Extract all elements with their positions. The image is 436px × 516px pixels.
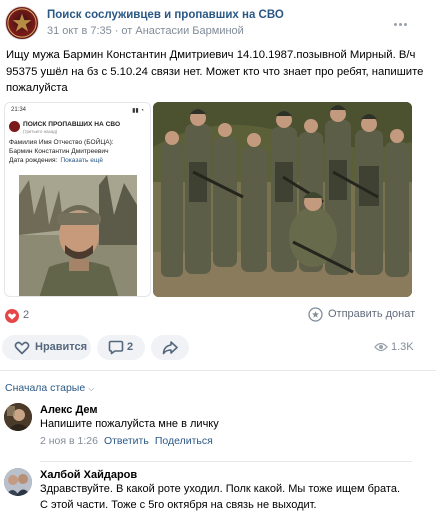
comment-button[interactable]: 2 <box>97 335 145 360</box>
post-divider <box>0 370 436 371</box>
screenshot-status-icons: ▮▮ ◔ <box>132 108 144 114</box>
group-avatar[interactable] <box>5 6 39 40</box>
post-page: Поиск сослуживцев и пропавших на СВО 31 … <box>0 0 436 516</box>
screenshot-more-link: Показать ещё <box>60 157 103 164</box>
heart-outline-icon <box>14 341 30 355</box>
screenshot-line2: Бармин Константин Дмитреевич <box>9 148 109 155</box>
screenshot-subtitle: (третьего назад) <box>23 129 58 134</box>
heart-icon <box>5 309 19 323</box>
post-date[interactable]: 31 окт в 7:35 <box>47 25 112 37</box>
comment-meta: 2 ноя в 1:26 Ответить Поделиться <box>40 435 213 447</box>
screenshot-photo <box>19 175 137 296</box>
screenshot-line3-label: Дата рождения: <box>9 157 58 164</box>
comment-text: Напишите пожалуйста мне в личку <box>40 418 219 430</box>
comment-icon <box>108 340 124 355</box>
more-options-icon[interactable] <box>394 16 410 28</box>
comment-count: 2 <box>127 341 134 353</box>
chevron-down-icon: ⌵ <box>88 384 95 393</box>
like-button-label: Нравится <box>35 341 88 353</box>
commenter-name[interactable]: Алекс Дем <box>40 404 98 416</box>
comments-sort-dropdown[interactable]: Сначала старые ⌵ <box>5 382 94 394</box>
post-author[interactable]: от Анастасии Барминой <box>121 25 243 37</box>
post-meta: 31 окт в 7:35 · от Анастасии Барминой <box>47 25 244 37</box>
donate-label: Отправить донат <box>328 308 416 320</box>
screenshot-time: 21:34 <box>11 107 27 113</box>
post-image-group-photo[interactable] <box>153 102 412 297</box>
post-text: Ищу мужа Бармин Константин Дмитриевич 14… <box>6 49 424 94</box>
comment-divider <box>40 461 412 462</box>
screenshot-avatar <box>9 121 20 132</box>
post-header: Поиск сослуживцев и пропавших на СВО 31 … <box>0 0 436 46</box>
eye-icon <box>374 342 388 352</box>
share-icon <box>162 341 178 355</box>
commenter-avatar[interactable] <box>4 468 32 496</box>
like-button[interactable]: Нравится <box>2 335 91 360</box>
comments-sort-label: Сначала старые <box>5 382 86 394</box>
likes-count: 2 <box>23 309 30 321</box>
commenter-name[interactable]: Халбой Хайдаров <box>40 469 137 481</box>
share-comment-button[interactable]: Поделиться <box>155 435 213 447</box>
comment-date[interactable]: 2 ноя в 1:26 <box>40 435 98 447</box>
post-image-screenshot[interactable]: 21:34 ▮▮ ◔ ПОИСК ПРОПАВШИХ НА СВО (треть… <box>4 102 151 297</box>
group-name-link[interactable]: Поиск сослуживцев и пропавших на СВО <box>47 9 284 21</box>
comment-text: Здравствуйте. В какой роте уходил. Полк … <box>40 483 401 511</box>
donate-icon <box>308 307 323 322</box>
commenter-avatar[interactable] <box>4 403 32 431</box>
screenshot-card: ПОИСК ПРОПАВШИХ НА СВО (третьего назад) … <box>9 119 148 177</box>
reply-button[interactable]: Ответить <box>104 435 149 447</box>
share-button[interactable] <box>151 335 189 360</box>
views-count: 1.3K <box>391 341 414 353</box>
screenshot-line3: Дата рождения: Показать ещё <box>9 157 103 164</box>
screenshot-title: ПОИСК ПРОПАВШИХ НА СВО <box>23 121 121 128</box>
screenshot-line1: Фамилия Имя Отчество (БОЙЦА): <box>9 139 114 146</box>
